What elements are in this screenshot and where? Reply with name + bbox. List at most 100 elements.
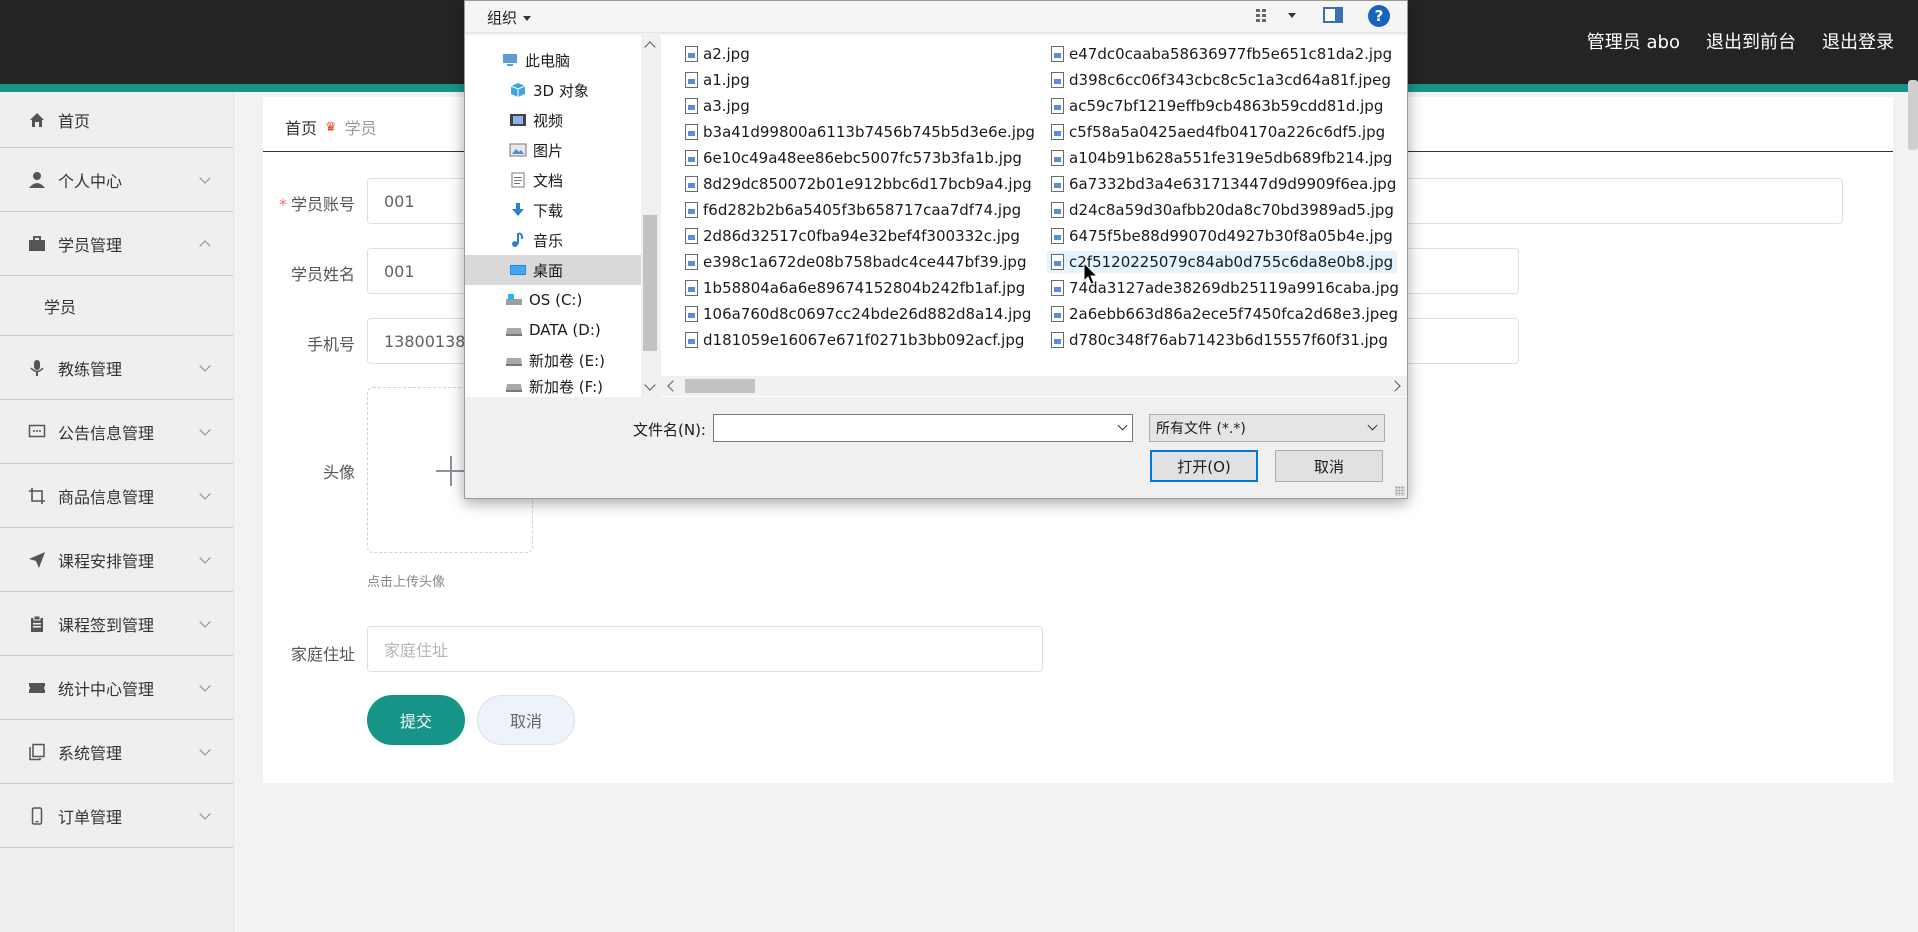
nav-drive-d[interactable]: DATA (D:) [465, 315, 641, 345]
image-file-icon [685, 176, 698, 192]
scroll-left-icon[interactable] [667, 380, 679, 392]
view-options-icon[interactable] [1255, 7, 1277, 25]
nav-downloads[interactable]: 下载 [465, 195, 641, 225]
file-list-hscrollbar[interactable] [661, 376, 1407, 396]
file-item[interactable]: 2d86d32517c0fba94e32bef4f300332c.jpg [681, 225, 1024, 247]
file-item[interactable]: 6475f5be88d99070d4927b30f8a05b4e.jpg [1047, 225, 1397, 247]
image-file-icon [1051, 202, 1064, 218]
file-name: a104b91b628a551fe319e5db689fb214.jpg [1069, 149, 1393, 167]
sidebar-item-personal-center[interactable]: 个人中心 [0, 148, 233, 212]
chevron-down-icon [199, 615, 211, 628]
sidebar-item-label: 课程安排管理 [58, 551, 155, 571]
dialog-cancel-button[interactable]: 取消 [1275, 450, 1383, 482]
nav-drive-f[interactable]: 新加卷 (F:) [465, 375, 641, 397]
nav-documents[interactable]: 文档 [465, 165, 641, 195]
file-item[interactable]: b3a41d99800a6113b7456b745b5d3e6e.jpg [681, 121, 1039, 143]
file-open-dialog: 组织 ? 此电脑 3D 对象 视频 图片 文档 下载 音乐 桌面 OS (C:)… [464, 0, 1408, 499]
submit-button[interactable]: 提交 [367, 695, 465, 745]
file-item[interactable]: d181059e16067e671f0271b3bb092acf.jpg [681, 329, 1028, 351]
chevron-down-icon [199, 743, 211, 756]
sidebar-item-orders[interactable]: 订单管理 [0, 784, 233, 848]
nav-drive-c[interactable]: OS (C:) [465, 285, 641, 315]
filetype-select[interactable]: 所有文件 (*.*) [1149, 414, 1385, 442]
nav-3d-objects[interactable]: 3D 对象 [465, 75, 641, 105]
page-scrollbar[interactable] [1908, 80, 1918, 150]
file-item[interactable]: a104b91b628a551fe319e5db689fb214.jpg [1047, 147, 1396, 169]
cancel-button[interactable]: 取消 [477, 695, 575, 745]
picture-icon [509, 142, 527, 158]
file-item[interactable]: 2a6ebb663d86a2ece5f7450fca2d68e3.jpeg [1047, 303, 1402, 325]
file-item[interactable]: 6a7332bd3a4e631713447d9d9909f6ea.jpg [1047, 173, 1400, 195]
sidebar-item-home[interactable]: 首页 [0, 92, 233, 148]
file-item[interactable]: ac59c7bf1219effb9cb4863b59cdd81d.jpg [1047, 95, 1387, 117]
help-icon[interactable]: ? [1368, 5, 1390, 27]
nav-music[interactable]: 音乐 [465, 225, 641, 255]
nav-pictures[interactable]: 图片 [465, 135, 641, 165]
file-item[interactable]: d24c8a59d30afbb20da8c70bd3989ad5.jpg [1047, 199, 1398, 221]
admin-label[interactable]: 管理员 abo [1587, 28, 1680, 54]
resize-grip[interactable] [1395, 486, 1405, 496]
preview-pane-icon[interactable] [1323, 7, 1343, 23]
sidebar-item-label: 商品信息管理 [58, 487, 155, 507]
mouse-pointer-icon [1083, 262, 1099, 285]
scroll-up-icon[interactable] [644, 41, 656, 53]
image-file-icon [1051, 228, 1064, 244]
view-caret-icon[interactable] [1288, 13, 1296, 18]
dialog-toolbar: 组织 ? [465, 1, 1407, 33]
chevron-down-icon[interactable] [1117, 420, 1128, 431]
file-name: 8d29dc850072b01e912bbc6d17bcb9a4.jpg [703, 175, 1032, 193]
crop-icon [28, 487, 46, 505]
organize-menu[interactable]: 组织 [487, 7, 532, 28]
sidebar-item-statistics[interactable]: 统计中心管理 [0, 656, 233, 720]
file-name: c2f5120225079c84ab0d755c6da8e0b8.jpg [1069, 253, 1394, 271]
sidebar-item-system[interactable]: 系统管理 [0, 720, 233, 784]
nav-scrollbar[interactable] [641, 35, 659, 397]
address-input[interactable]: 家庭住址 [367, 626, 1043, 672]
image-file-icon [685, 306, 698, 322]
file-item[interactable]: d780c348f76ab71423b6d15557f60f31.jpg [1047, 329, 1392, 351]
hscroll-thumb[interactable] [685, 379, 755, 393]
filename-input[interactable] [713, 414, 1133, 442]
file-item[interactable]: e398c1a672de08b758badc4ce447bf39.jpg [681, 251, 1030, 273]
file-item[interactable]: a1.jpg [681, 69, 754, 91]
image-file-icon [1051, 306, 1064, 322]
file-item[interactable]: 6e10c49a48ee86ebc5007fc573b3fa1b.jpg [681, 147, 1026, 169]
file-item[interactable]: c5f58a5a0425aed4fb04170a226c6df5.jpg [1047, 121, 1389, 143]
file-name: a1.jpg [703, 71, 750, 89]
sidebar-item-student-management[interactable]: 学员管理 [0, 212, 233, 276]
file-item[interactable]: e47dc0caaba58636977fb5e651c81da2.jpg [1047, 43, 1396, 65]
open-button[interactable]: 打开(O) [1150, 450, 1258, 482]
file-item[interactable]: 106a760d8c0697cc24bde26d882d8a14.jpg [681, 303, 1035, 325]
file-item[interactable]: c2f5120225079c84ab0d755c6da8e0b8.jpg [1047, 251, 1398, 273]
sidebar-item-product-management[interactable]: 商品信息管理 [0, 464, 233, 528]
sidebar-item-label: 个人中心 [58, 171, 123, 191]
breadcrumb-home[interactable]: 首页 [285, 115, 317, 139]
file-name: 2a6ebb663d86a2ece5f7450fca2d68e3.jpeg [1069, 305, 1399, 323]
to-front-link[interactable]: 退出到前台 [1706, 28, 1796, 54]
nav-videos[interactable]: 视频 [465, 105, 641, 135]
chat-icon [28, 423, 46, 441]
scroll-right-icon[interactable] [1389, 380, 1401, 392]
nav-drive-e[interactable]: 新加卷 (E:) [465, 345, 641, 375]
image-file-icon [685, 202, 698, 218]
file-item[interactable]: a2.jpg [681, 43, 754, 65]
sidebar-subitem-student[interactable]: 学员 [0, 276, 233, 336]
file-item[interactable]: 8d29dc850072b01e912bbc6d17bcb9a4.jpg [681, 173, 1036, 195]
file-item[interactable]: 74da3127ade38269db25119a9916caba.jpg [1047, 277, 1403, 299]
logout-link[interactable]: 退出登录 [1822, 28, 1894, 54]
nav-this-pc[interactable]: 此电脑 [465, 45, 641, 75]
sidebar-item-course-schedule[interactable]: 课程安排管理 [0, 528, 233, 592]
drive-icon [505, 292, 523, 308]
file-item[interactable]: f6d282b2b6a5405f3b658717caa7df74.jpg [681, 199, 1025, 221]
sidebar-item-notice-management[interactable]: 公告信息管理 [0, 400, 233, 464]
sidebar-item-course-checkin[interactable]: 课程签到管理 [0, 592, 233, 656]
file-item[interactable]: 1b58804a6a6e89674152804b242fb1af.jpg [681, 277, 1029, 299]
file-name: e398c1a672de08b758badc4ce447bf39.jpg [703, 253, 1027, 271]
file-item[interactable]: a3.jpg [681, 95, 754, 117]
nav-desktop[interactable]: 桌面 [465, 255, 641, 285]
nav-scroll-thumb[interactable] [643, 215, 657, 351]
file-item[interactable]: d398c6cc06f343cbc8c5c1a3cd64a81f.jpeg [1047, 69, 1395, 91]
chevron-down-icon [199, 359, 211, 372]
scroll-down-icon[interactable] [644, 379, 656, 391]
sidebar-item-coach-management[interactable]: 教练管理 [0, 336, 233, 400]
